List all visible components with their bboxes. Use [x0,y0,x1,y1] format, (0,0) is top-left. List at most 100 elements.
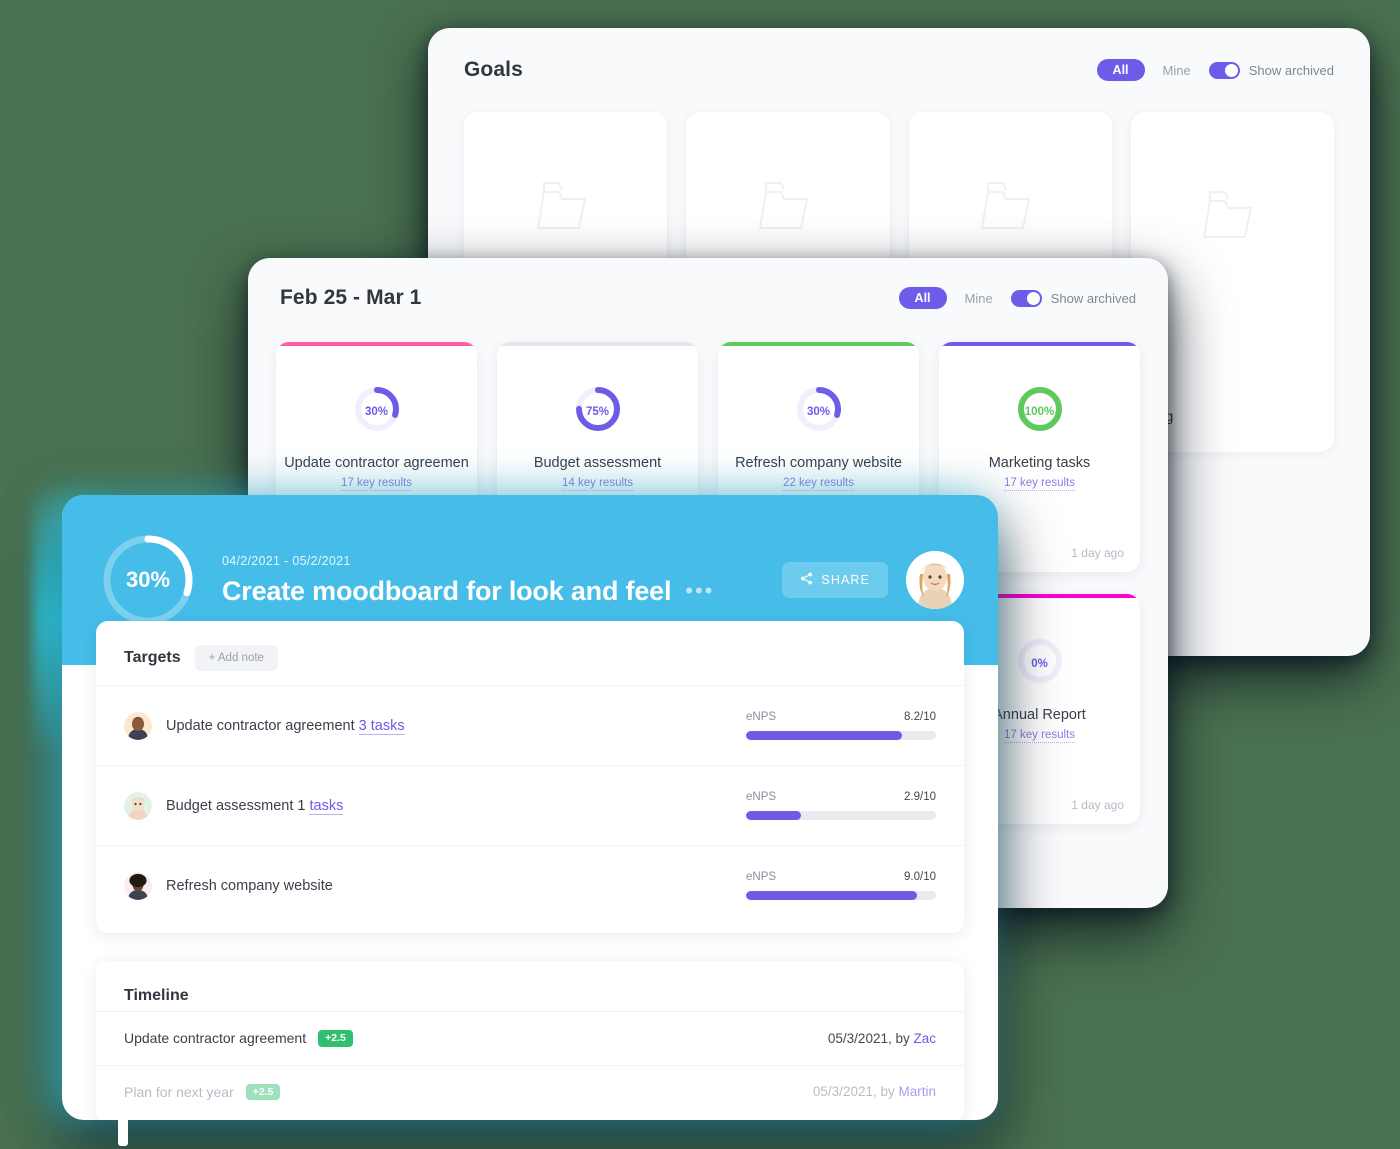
folder-icon [757,179,819,236]
panel-handle[interactable] [118,1118,128,1146]
goal-progress-ring: 75% [573,384,623,439]
toggle-knob [1026,291,1040,305]
folder-icon [535,179,597,236]
goal-detail-title: Create moodboard for look and feel [222,575,672,606]
goal-progress-label: 100% [1024,405,1055,418]
timeline-row-left: Update contractor agreement +2.5 [124,1030,828,1047]
target-metric: eNPS 2.9/10 [746,791,936,820]
progress-bar-fill [746,811,802,820]
target-row[interactable]: Budget assessment 1 tasks eNPS 2.9/10 [96,765,964,845]
target-name: Refresh company website [166,878,746,894]
metric-score: 8.2/10 [904,711,936,723]
week-filter-group: All Mine Show archived [898,286,1136,310]
filter-all-button[interactable]: All [898,286,947,310]
goal-card-name: Annual Report [993,707,1086,723]
target-label: Refresh company website [166,877,333,894]
goal-detail-title-row: Create moodboard for look and feel ••• [222,576,782,607]
timeline-row[interactable]: Update contractor agreement +2.5 05/3/20… [96,1011,964,1065]
add-note-button[interactable]: + Add note [194,645,278,671]
filter-all-button[interactable]: All [1096,58,1145,82]
target-label: Budget assessment 1 [166,797,306,814]
targets-card: Targets + Add note Update contractor agr… [96,621,964,933]
goal-card-key-results[interactable]: 22 key results [783,477,854,491]
show-archived-toggle[interactable] [1208,61,1240,79]
progress-bar-track [746,891,936,900]
goal-card-updated: 1 day ago [1071,546,1124,560]
week-range-title: Feb 25 - Mar 1 [280,286,422,309]
avatar[interactable] [906,551,964,609]
goal-detail-heading: 04/2/2021 - 05/2/2021 Create moodboard f… [222,554,782,607]
target-row[interactable]: Update contractor agreement 3 tasks eNPS… [96,685,964,765]
goal-card-updated: 1 day ago [1071,798,1124,812]
page-title: Goals [464,58,523,81]
timeline-item-name: Update contractor agreement [124,1030,307,1047]
timeline-author[interactable]: Zac [913,1031,936,1046]
targets-header: Targets + Add note [96,621,964,685]
goal-card-name: Update contractor agreemen [284,455,469,471]
week-panel-header: Feb 25 - Mar 1 All Mine Show archived [248,258,1168,310]
goal-detail-progress-label: 30% [125,567,171,592]
goal-detail-panel: 30% 04/2/2021 - 05/2/2021 Create moodboa… [62,495,998,1120]
show-archived-toggle[interactable] [1010,289,1042,307]
show-archived-toggle-group[interactable]: Show archived [1010,289,1136,307]
target-metric-top: eNPS 9.0/10 [746,871,936,883]
progress-bar-track [746,731,936,740]
metric-label: eNPS [746,711,777,723]
goal-progress-label: 75% [585,405,610,418]
target-name: Budget assessment 1 tasks [166,797,746,815]
share-button[interactable]: SHARE [782,562,888,598]
goal-detail-date-range: 04/2/2021 - 05/2/2021 [222,553,351,568]
goal-progress-label: 0% [1031,657,1048,670]
goal-card-key-results[interactable]: 17 key results [1004,477,1075,491]
target-row[interactable]: Refresh company website eNPS 9.0/10 [96,845,964,925]
goal-progress-label: 30% [364,405,389,418]
goal-card-name: Budget assessment [533,455,662,471]
goal-card-key-results[interactable]: 17 key results [1004,729,1075,743]
show-archived-toggle-group[interactable]: Show archived [1208,61,1334,79]
filter-mine-button[interactable]: Mine [1163,63,1191,78]
target-tasks-link[interactable]: 3 tasks [358,717,405,735]
folder-icon [1201,188,1263,245]
share-icon [800,572,813,588]
toggle-knob [1224,63,1238,77]
goal-progress-ring: 100% [1015,384,1065,439]
timeline-row-meta: 05/3/2021, by Zac [828,1031,936,1046]
timeline-row-left: Plan for next year +2.5 [124,1083,813,1100]
show-archived-label: Show archived [1248,62,1334,78]
goal-progress-label: 30% [806,405,831,418]
target-metric-top: eNPS 2.9/10 [746,791,936,803]
goal-card-key-results[interactable]: 14 key results [562,477,633,491]
goal-card-key-results[interactable]: 17 key results [341,477,412,491]
timeline-author[interactable]: Martin [898,1084,936,1099]
share-button-label: SHARE [821,573,870,587]
target-metric: eNPS 8.2/10 [746,711,936,740]
goal-card-name: Marketing tasks [988,455,1091,471]
status-badge: +2.5 [318,1030,353,1047]
avatar [124,871,152,900]
metric-score: 2.9/10 [904,791,936,803]
timeline-row-meta: 05/3/2021, by Martin [813,1084,936,1099]
filter-mine-button[interactable]: Mine [965,291,993,306]
goal-progress-ring: 30% [352,384,402,439]
avatar [124,711,152,740]
target-tasks-link[interactable]: tasks [309,797,344,815]
goal-card-accent-bar [276,342,477,346]
goal-card-accent-bar [718,342,919,346]
timeline-card: Timeline Update contractor agreement +2.… [96,961,964,1120]
timeline-row[interactable]: Plan for next year +2.5 05/3/2021, by Ma… [96,1064,964,1119]
target-metric: eNPS 9.0/10 [746,871,936,900]
goal-card-name: Refresh company website [735,455,902,471]
progress-bar-track [746,811,936,820]
goal-progress-ring: 0% [1015,636,1065,691]
timeline-item-name: Plan for next year [124,1083,234,1100]
timeline-date: 05/3/2021, by [812,1084,899,1100]
more-options-icon[interactable]: ••• [685,580,714,602]
metric-label: eNPS [746,871,777,883]
metric-label: eNPS [746,791,777,803]
timeline-date: 05/3/2021, by [827,1030,914,1046]
status-badge: +2.5 [245,1083,281,1100]
avatar [124,791,152,820]
progress-bar-fill [746,731,902,740]
metric-score: 9.0/10 [904,871,936,883]
target-name: Update contractor agreement 3 tasks [166,717,746,735]
